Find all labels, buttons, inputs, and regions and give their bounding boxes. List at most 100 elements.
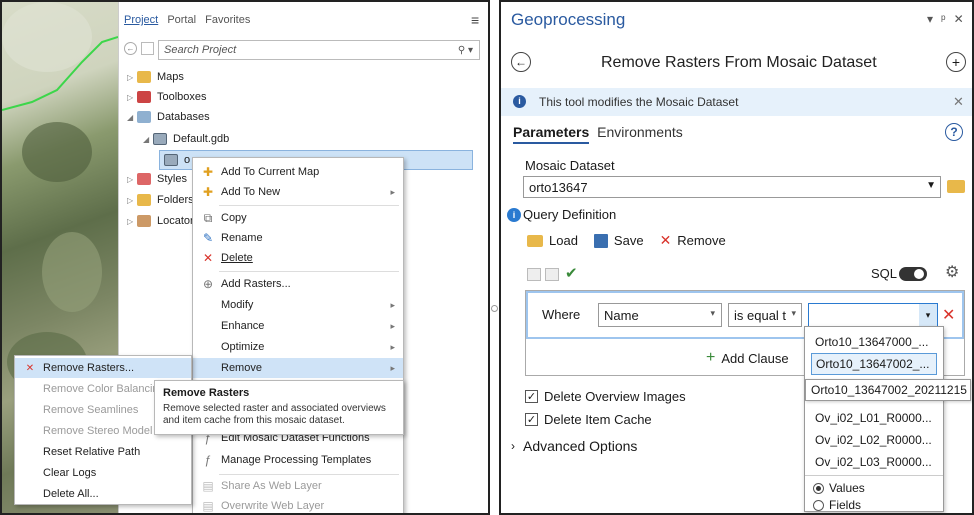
tooltip: Remove Rasters Remove selected raster an… [154,380,404,435]
menu-item-remove-rasters[interactable]: ✕ Remove Rasters... [15,358,191,378]
add-icon[interactable]: + [946,52,966,72]
search-project-input[interactable]: Search Project ⚲ ▾ [158,40,480,60]
query-definition-label: Query Definition [523,207,617,222]
menu-item-rename[interactable]: ✎ Rename [193,228,403,248]
tree-item-styles[interactable]: ▷ Styles [127,170,187,188]
menu-item-reset-relative-path[interactable]: Reset Relative Path [15,442,191,462]
delete-clause-icon[interactable]: ✕ [942,305,955,325]
hamburger-menu-icon[interactable]: ≡ [471,12,479,28]
operator-select[interactable]: is equal t ▾ [728,303,802,327]
tool-title: Remove Rasters From Mosaic Dataset [601,54,877,71]
checkbox-checked-icon[interactable]: ✓ [525,413,538,426]
load-button[interactable]: Load [549,233,578,248]
back-arrow-icon[interactable]: ← [511,52,531,72]
delete-overview-option[interactable]: ✓ Delete Overview Images [525,389,686,404]
tree-item-toolboxes[interactable]: ▷ Toolboxes [127,88,207,106]
nav-next-icon[interactable] [545,268,559,281]
back-icon[interactable]: ← [124,42,137,55]
menu-item-copy[interactable]: ⧉ Copy [193,208,403,228]
menu-item-delete-all[interactable]: Delete All... [15,484,191,504]
pane-splitter[interactable] [490,0,499,515]
search-icon[interactable]: ⚲ ▾ [458,45,473,56]
advanced-options-expander[interactable]: › Advanced Options [511,438,637,454]
query-toolbar: Load Save ✕ Remove [527,232,726,249]
menu-item-manage-templates[interactable]: ƒ Manage Processing Templates [193,450,403,470]
dropdown-item[interactable]: Ov_i02_L01_R0000... [811,407,937,429]
close-icon[interactable]: ✕ [954,12,964,26]
dropdown-item[interactable]: Ov_i02_L03_R0000... [811,451,937,473]
tooltip-body: Remove selected raster and associated ov… [163,403,386,426]
tree-item-locators[interactable]: ▷ Locator [127,212,194,230]
overwrite-icon: ▤ [202,499,214,513]
tab-environments[interactable]: Environments [597,124,683,140]
settings-gear-icon[interactable]: ⚙ [945,262,959,282]
pane-options-icon[interactable]: ▾ [927,12,933,26]
save-button[interactable]: Save [614,233,644,248]
tree-item-maps[interactable]: ▷ Maps [127,68,184,86]
dropdown-item-highlighted[interactable]: Orto10_13647002_... [811,353,937,375]
tooltip-title: Remove Rasters [163,387,250,399]
radio-fields[interactable]: Fields [813,498,861,512]
remove-rasters-icon: ✕ [25,362,35,374]
where-label: Where [542,307,581,322]
remove-button[interactable]: Remove [677,233,725,248]
checkbox-checked-icon[interactable]: ✓ [525,390,538,403]
dropdown-item[interactable]: Ov_i02_L02_R0000... [811,429,937,451]
share-icon: ▤ [202,479,214,493]
menu-item-clear-logs[interactable]: Clear Logs [15,463,191,483]
load-folder-icon [527,234,543,247]
plus-icon: + [706,349,716,366]
sql-toggle[interactable] [899,267,927,281]
submenu-arrow-icon: ▸ [390,362,395,373]
info-icon: i [513,95,526,108]
chevron-down-icon[interactable]: ▾ [919,304,937,326]
value-select[interactable]: ▾ [808,303,938,327]
menu-item-add-to-new[interactable]: ✚ Add To New ▸ [193,182,403,202]
nav-prev-icon[interactable] [527,268,541,281]
chevron-down-icon: ▼ [926,180,936,191]
add-rasters-icon: ⊕ [202,277,214,291]
menu-item-add-rasters[interactable]: ⊕ Add Rasters... [193,274,403,294]
dropdown-item[interactable]: Orto10_13647000_... [811,331,937,353]
menu-item-modify[interactable]: Modify ▸ [193,295,403,315]
tab-parameters[interactable]: Parameters [513,124,590,144]
menu-item-overwrite-web-layer[interactable]: ▤ Overwrite Web Layer [193,496,403,513]
menu-item-remove[interactable]: Remove ▸ [193,358,403,378]
tab-portal[interactable]: Portal [167,14,196,26]
mosaic-dataset-select[interactable]: orto13647 ▼ [523,176,941,198]
folders-icon [137,194,151,206]
add-clause-button[interactable]: + Add Clause [706,349,789,367]
tree-item-default-gdb[interactable]: ◢ Default.gdb [143,130,229,148]
chevron-right-icon: › [511,439,515,453]
locators-icon [137,215,151,227]
validate-check-icon[interactable]: ✔ [565,264,578,282]
save-icon [593,233,608,248]
catalog-tabs: Project Portal Favorites [124,14,256,26]
tree-item-folders[interactable]: ▷ Folders [127,191,194,209]
tree-item-databases[interactable]: ◢ Databases [127,108,210,126]
menu-item-optimize[interactable]: Optimize ▸ [193,337,403,357]
copy-icon: ⧉ [203,210,213,225]
tab-favorites[interactable]: Favorites [205,14,250,26]
delete-item-cache-option[interactable]: ✓ Delete Item Cache [525,412,652,427]
submenu-arrow-icon: ▸ [390,341,395,352]
pin-icon[interactable]: ᵖ [941,12,946,26]
radio-values[interactable]: Values [813,481,865,495]
sql-label: SQL [871,266,898,281]
home-icon[interactable] [141,42,154,55]
value-dropdown-list: Orto10_13647000_... Orto10_13647002_... … [804,326,944,512]
tab-project[interactable]: Project [124,14,158,26]
item-full-name-tooltip: Orto10_13647002_20211215 [805,379,971,401]
context-menu: ✚ Add To Current Map ✚ Add To New ▸ ⧉ Copy ✎… [192,157,404,513]
pane-controls: ▾ ᵖ ✕ [927,12,964,26]
maps-folder-icon [137,71,151,83]
menu-item-delete[interactable]: ✕ Delete [193,248,403,268]
browse-folder-icon[interactable] [947,180,965,193]
field-select[interactable]: Name ▾ [598,303,722,327]
menu-item-add-to-current-map[interactable]: ✚ Add To Current Map [193,162,403,182]
remove-icon: ✕ [659,232,672,248]
menu-item-share-web-layer[interactable]: ▤ Share As Web Layer [193,476,403,496]
dismiss-info-icon[interactable]: ✕ [953,94,964,110]
menu-item-enhance[interactable]: Enhance ▸ [193,316,403,336]
help-icon[interactable]: ? [945,123,963,141]
